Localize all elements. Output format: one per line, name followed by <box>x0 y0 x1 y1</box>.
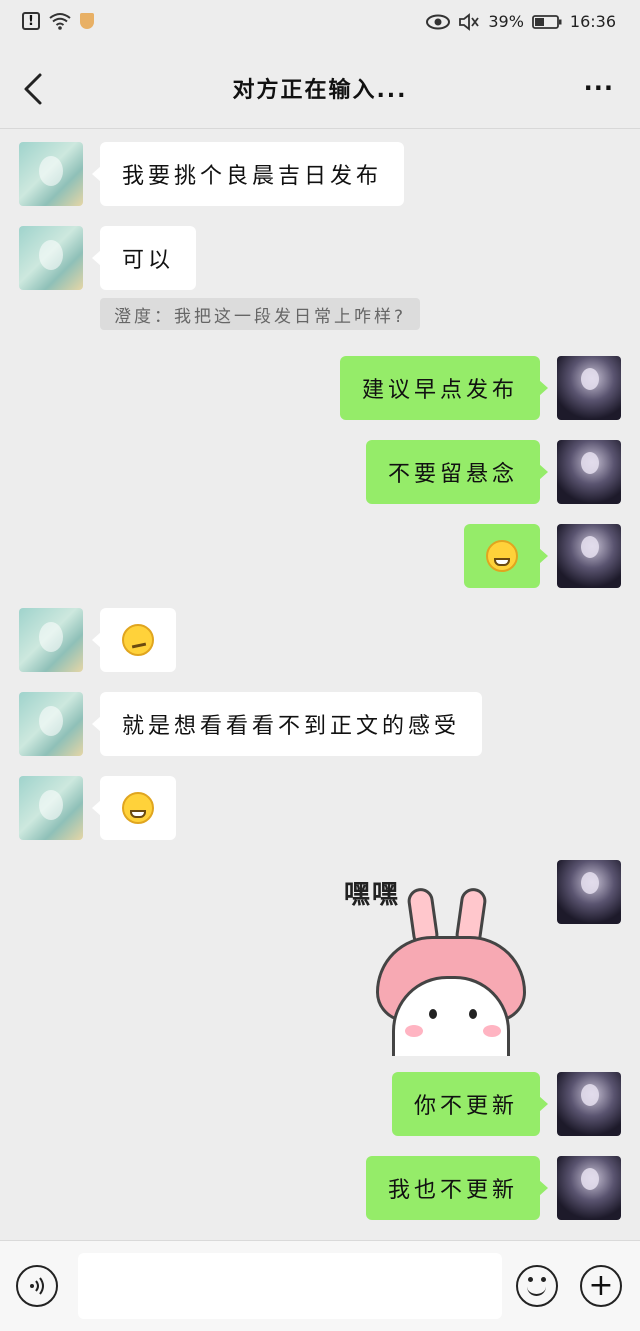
message-bubble[interactable]: 建议早点发布 <box>339 356 549 420</box>
battery-icon <box>531 14 562 29</box>
message-list[interactable]: 我要挑个良晨吉日发布 可以 澄度：我把这一段发日常上咋样? 建议早点发布 不要留… <box>0 128 640 1240</box>
self-avatar[interactable] <box>557 356 621 420</box>
bunny-eye <box>469 1009 477 1019</box>
input-bar: + <box>0 1240 640 1331</box>
contact-avatar[interactable] <box>19 692 83 756</box>
message-bubble[interactable]: 就是想看看看不到正文的感受 <box>91 692 483 756</box>
message-bubble[interactable] <box>464 524 548 588</box>
status-left: ! <box>22 12 94 30</box>
bunny-blush <box>483 1025 501 1037</box>
grin-emoji-icon <box>486 540 518 572</box>
voice-button[interactable] <box>16 1265 58 1307</box>
bunny-blush <box>405 1025 423 1037</box>
self-avatar[interactable] <box>557 1156 621 1220</box>
plus-icon: + <box>588 1268 614 1303</box>
self-avatar[interactable] <box>557 440 621 504</box>
message-bubble[interactable] <box>92 776 176 840</box>
grin-emoji-icon <box>122 792 154 824</box>
page-title: 对方正在输入... <box>232 78 408 103</box>
more-button[interactable]: ··· <box>584 76 614 100</box>
self-avatar[interactable] <box>557 524 621 588</box>
mute-icon <box>459 12 480 31</box>
voice-icon <box>30 1277 44 1295</box>
message-input[interactable] <box>78 1253 502 1319</box>
message-bubble[interactable]: 我要挑个良晨吉日发布 <box>91 142 405 206</box>
message-bubble[interactable] <box>92 608 176 672</box>
status-bar: ! 39% 16:36 <box>0 0 640 50</box>
bunny-sticker[interactable]: 嘿嘿 <box>340 866 540 1056</box>
clock: 16:36 <box>569 12 616 31</box>
message-bubble[interactable]: 可以 <box>91 226 197 290</box>
wifi-icon <box>49 13 71 30</box>
quoted-message[interactable]: 澄度：我把这一段发日常上咋样? <box>100 298 421 330</box>
status-right: 39% 16:36 <box>426 12 616 31</box>
shield-icon <box>80 13 94 29</box>
contact-avatar[interactable] <box>19 608 83 672</box>
contact-avatar[interactable] <box>19 776 83 840</box>
thinking-emoji-icon <box>122 624 154 656</box>
self-avatar[interactable] <box>557 860 621 924</box>
alert-icon: ! <box>22 12 40 30</box>
bunny-eye <box>429 1009 437 1019</box>
self-avatar[interactable] <box>557 1072 621 1136</box>
battery-percent: 39% <box>488 12 524 31</box>
emoji-button[interactable] <box>516 1265 558 1307</box>
contact-avatar[interactable] <box>19 226 83 290</box>
chat-header: 对方正在输入... ··· <box>0 50 640 129</box>
message-bubble[interactable]: 你不更新 <box>391 1072 549 1136</box>
sticker-caption: 嘿嘿 <box>344 880 401 910</box>
more-actions-button[interactable]: + <box>580 1265 622 1307</box>
message-bubble[interactable]: 我也不更新 <box>365 1156 549 1220</box>
contact-avatar[interactable] <box>19 142 83 206</box>
eye-icon <box>426 14 451 29</box>
message-bubble[interactable]: 不要留悬念 <box>365 440 549 504</box>
